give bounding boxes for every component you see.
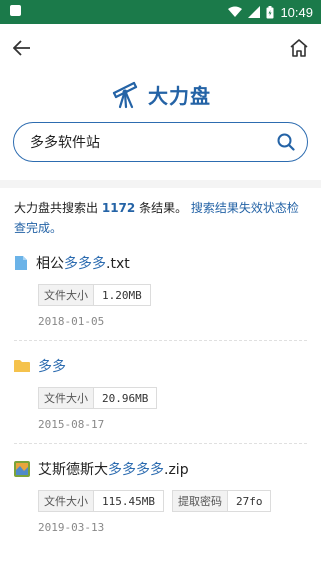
- wifi-icon: [228, 6, 243, 17]
- meta-key: 文件大小: [39, 285, 94, 305]
- result-title-text: 艾斯德斯大: [38, 462, 108, 478]
- document-icon: [15, 256, 27, 270]
- result-title-highlight: 多多多多: [108, 462, 164, 478]
- result-date: 2019-03-13: [38, 521, 105, 534]
- archive-icon: [14, 461, 30, 477]
- status-right: 10:49: [228, 5, 313, 20]
- home-icon: [290, 39, 308, 57]
- search-icon[interactable]: [277, 133, 295, 151]
- result-summary: 大力盘共搜索出 1172 条结果。 搜索结果失效状态检查完成。: [0, 188, 321, 238]
- result-title-ext: .txt: [106, 256, 130, 272]
- result-item[interactable]: 多多 文件大小 20.96MB 2015-08-17: [14, 341, 307, 444]
- summary-suffix: 条结果。: [139, 201, 188, 215]
- status-bar: 10:49: [0, 0, 321, 24]
- arrow-left-icon: [13, 40, 30, 56]
- result-title[interactable]: 多多: [14, 355, 307, 377]
- result-title[interactable]: 艾斯德斯大多多多多.zip: [14, 458, 307, 480]
- meta-value: 20.96MB: [102, 391, 149, 405]
- result-date: 2015-08-17: [38, 418, 105, 431]
- result-meta: 文件大小 115.45MB 提取密码 27fo: [38, 490, 307, 512]
- meta-key: 文件大小: [39, 388, 94, 408]
- result-item[interactable]: 相公多多多.txt 文件大小 1.20MB 2018-01-05: [14, 238, 307, 341]
- file-size-tag: 文件大小 20.96MB: [38, 387, 158, 409]
- status-time: 10:49: [280, 4, 313, 20]
- result-meta: 文件大小 1.20MB: [38, 284, 307, 306]
- result-date: 2018-01-05: [38, 315, 105, 328]
- result-title-highlight: 多多: [38, 359, 66, 375]
- meta-key: 文件大小: [39, 491, 94, 511]
- folder-icon: [14, 360, 30, 372]
- status-left: [10, 5, 21, 19]
- file-size-tag: 文件大小 1.20MB: [38, 284, 151, 306]
- summary-prefix: 大力盘共搜索出: [14, 201, 99, 215]
- result-title[interactable]: 相公多多多.txt: [14, 252, 307, 274]
- search-bar[interactable]: [13, 122, 308, 162]
- extract-code-tag: 提取密码 27fo: [171, 490, 272, 512]
- section-divider: [0, 180, 321, 188]
- result-title-ext: .zip: [164, 462, 189, 478]
- signal-icon: [248, 6, 261, 18]
- meta-key: 提取密码: [172, 491, 228, 511]
- result-title-text: 相公: [36, 256, 64, 272]
- file-size-tag: 文件大小 115.45MB: [38, 490, 164, 512]
- meta-value: 1.20MB: [102, 288, 142, 302]
- meta-value: 115.45MB: [102, 494, 155, 508]
- result-title-highlight: 多多多: [64, 256, 106, 272]
- brand-logo: 大力盘: [0, 74, 321, 114]
- search-input[interactable]: [30, 134, 277, 150]
- brand-name: 大力盘: [148, 83, 211, 108]
- app-notification-icon: [10, 5, 21, 16]
- result-list: 相公多多多.txt 文件大小 1.20MB 2018-01-05 多多 文件大小…: [0, 238, 321, 546]
- result-count: 1172: [101, 201, 136, 215]
- meta-value: 27fo: [235, 494, 263, 508]
- battery-icon: [266, 5, 274, 18]
- home-button[interactable]: [287, 36, 311, 60]
- result-meta: 文件大小 20.96MB: [38, 387, 307, 409]
- telescope-icon: [112, 81, 138, 109]
- result-item[interactable]: 艾斯德斯大多多多多.zip 文件大小 115.45MB 提取密码 27fo 20…: [14, 444, 307, 546]
- app-bar: [0, 24, 321, 72]
- back-button[interactable]: [10, 36, 34, 60]
